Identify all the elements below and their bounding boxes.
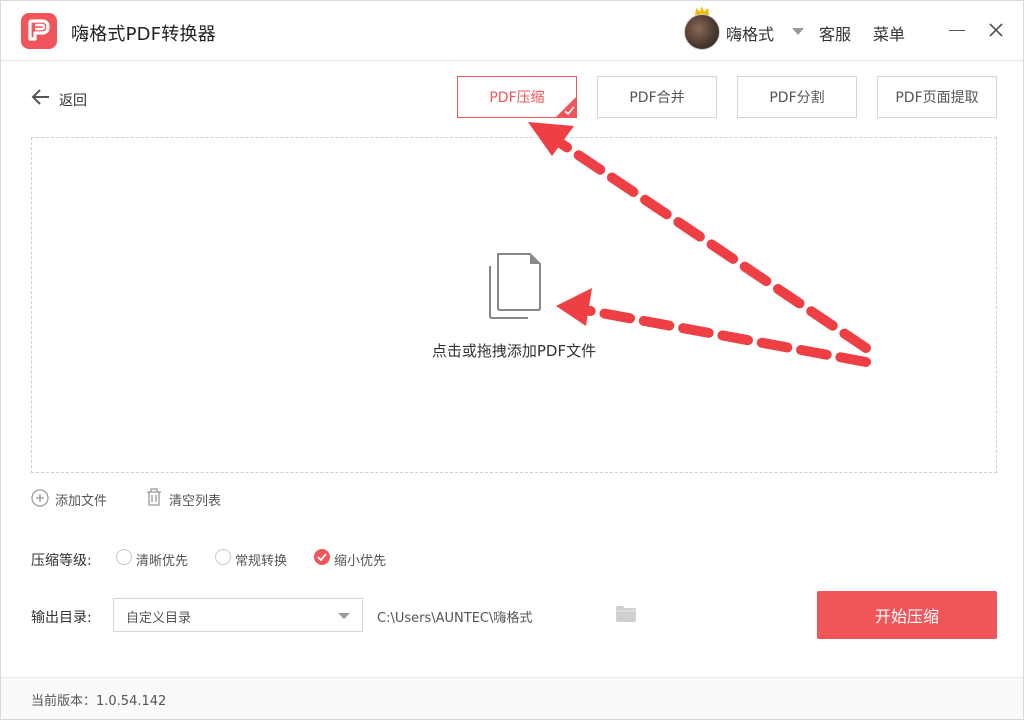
tab-pdf-split[interactable]: PDF分割 (737, 76, 857, 118)
tab-label: PDF合并 (629, 90, 685, 106)
chevron-down-icon (338, 613, 350, 619)
select-value: 自定义目录 (126, 611, 192, 626)
menu-link[interactable]: 菜单 (873, 21, 905, 45)
tab-label: PDF页面提取 (895, 90, 979, 106)
app-logo-icon (21, 13, 57, 49)
tab-pdf-merge[interactable]: PDF合并 (597, 76, 717, 118)
start-compress-button[interactable]: 开始压缩 (817, 591, 997, 639)
title-bar: 嗨格式PDF转换器 嗨格式 客服 菜单 (1, 1, 1023, 61)
footer: 当前版本：1.0.54.142 (1, 677, 1023, 719)
tab-pdf-page-extract[interactable]: PDF页面提取 (877, 76, 997, 118)
clear-list-button[interactable]: 清空列表 (169, 490, 221, 509)
add-file-button[interactable]: 添加文件 (55, 490, 107, 509)
output-dir-select[interactable]: 自定义目录 (113, 598, 363, 632)
output-path: C:\Users\AUNTEC\嗨格式 (377, 611, 533, 626)
back-arrow-icon[interactable] (31, 87, 51, 107)
app-title: 嗨格式PDF转换器 (71, 24, 216, 45)
username[interactable]: 嗨格式 (726, 21, 774, 45)
chevron-down-icon[interactable] (792, 28, 804, 35)
app-window: 嗨格式PDF转换器 嗨格式 客服 菜单 返回 PDF压缩 PDF合并 PDF分割… (0, 0, 1024, 720)
radio-clarity-first[interactable] (116, 549, 132, 565)
add-circle-icon[interactable] (31, 489, 49, 507)
radio-size-first[interactable] (314, 549, 330, 565)
compression-level-label: 压缩等级: (31, 553, 92, 569)
customer-service-link[interactable]: 客服 (819, 21, 851, 45)
tab-pdf-compress[interactable]: PDF压缩 (457, 76, 577, 118)
back-button[interactable]: 返回 (59, 90, 87, 110)
version-label: 当前版本：1.0.54.142 (31, 694, 167, 709)
check-icon (317, 553, 327, 562)
tab-label: PDF压缩 (489, 90, 545, 106)
folder-icon[interactable] (616, 606, 636, 622)
radio-label[interactable]: 常规转换 (235, 550, 287, 569)
minimize-button[interactable] (949, 30, 965, 31)
output-dir-label: 输出目录: (31, 610, 92, 626)
file-icon[interactable] (486, 252, 542, 320)
radio-label[interactable]: 清晰优先 (136, 550, 188, 569)
dropzone-label[interactable]: 点击或拖拽添加PDF文件 (381, 340, 647, 361)
close-icon[interactable] (987, 21, 1005, 39)
avatar[interactable] (684, 14, 720, 50)
radio-label[interactable]: 缩小优先 (334, 550, 386, 569)
radio-normal[interactable] (215, 549, 231, 565)
tab-label: PDF分割 (769, 90, 825, 106)
check-icon (555, 96, 577, 118)
trash-icon[interactable] (146, 488, 162, 506)
